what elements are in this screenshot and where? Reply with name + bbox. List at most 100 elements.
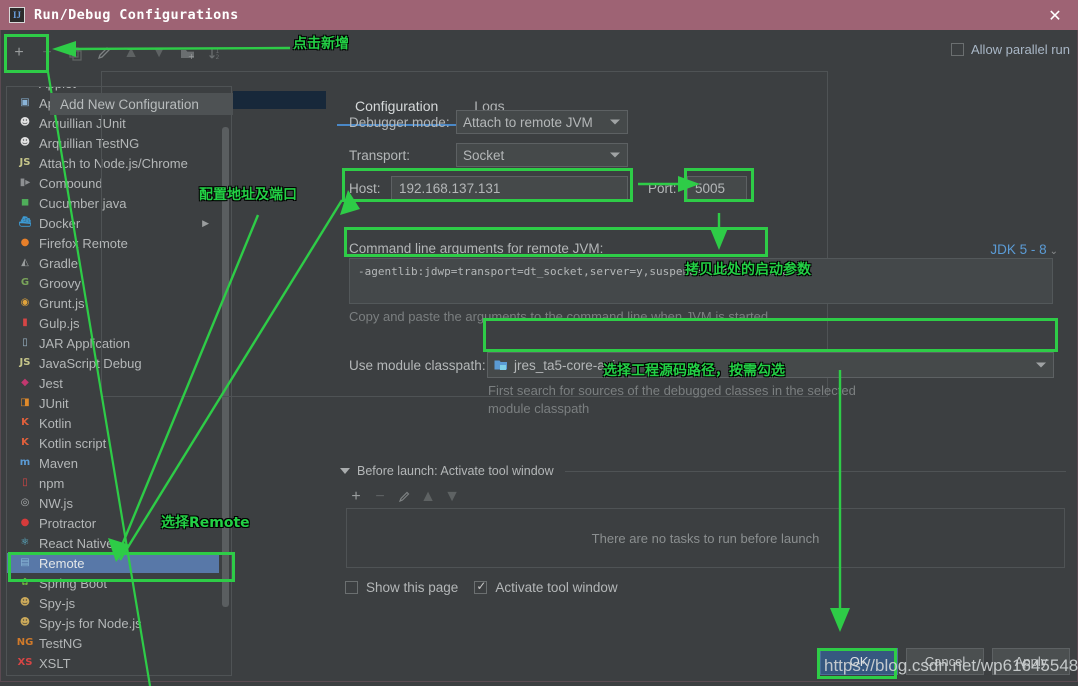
sidebar-item-label: Spy-js for Node.js [39,615,142,631]
sidebar-item-label: Maven [39,455,79,471]
before-launch-edit-icon[interactable] [392,485,416,509]
cucumber-java-icon: ◼ [20,197,30,208]
before-launch-move-down-icon[interactable]: ▼ [440,485,464,509]
sidebar-item-testng[interactable]: NG TestNG [7,633,219,653]
cmdline-arguments-value: -agentlib:jdwp=transport=dt_socket,serve… [358,265,796,278]
module-classpath-label: Use module classpath: [349,357,486,373]
jest-icon: ◆ [21,377,29,388]
sidebar-item-label: Spy-js [39,595,76,611]
transport-label: Transport: [349,147,411,163]
move-down-icon[interactable]: ▼ [146,40,172,66]
sidebar-item-spy-js-for-node-js[interactable]: ☻ Spy-js for Node.js [7,613,219,633]
activate-tool-window-checkbox[interactable] [474,579,488,594]
allow-parallel-run-checkbox[interactable]: Allow parallel run [951,42,1070,57]
sidebar-item-label: npm [39,475,65,491]
before-launch-remove-button[interactable]: − [368,485,392,509]
nwjs-icon: ◎ [20,497,30,508]
debugger-mode-select[interactable]: Attach to remote JVM [456,110,628,134]
sidebar-item-react-native[interactable]: ⚛ React Native [7,533,219,553]
before-launch-divider [564,470,1066,472]
module-classpath-hint-line1: First search for sources of the debugged… [488,383,856,398]
javascript-debug-icon: JS [19,357,31,368]
protractor-icon: ● [20,517,30,528]
host-input[interactable]: 192.168.137.131 [391,176,628,201]
attach-node-chrome-icon: JS [19,157,31,168]
applet-icon: ▭ [17,87,33,91]
close-icon[interactable]: ✕ [1032,0,1078,30]
sidebar-item-npm[interactable]: ▯ npm [7,473,219,493]
sidebar-item-nw-js[interactable]: ◎ NW.js [7,493,219,513]
apply-button[interactable]: Apply [992,648,1070,675]
sidebar-item-label: Remote [39,555,85,571]
firefox-remote-icon: ● [20,237,30,248]
copy-configuration-icon[interactable] [62,40,88,66]
allow-parallel-run-box[interactable] [951,43,964,56]
popup-shadow-strip [233,91,326,109]
sidebar-item-label: Spring Boot [39,575,107,591]
sidebar-item-xslt[interactable]: XS XSLT [7,653,219,673]
arquillian-junit-icon: ☻ [19,117,31,128]
xslt-icon: XS [17,657,33,668]
module-classpath-hint-line2: module classpath [488,401,590,416]
remote-icon: ▤ [20,557,30,568]
module-classpath-select[interactable]: jres_ta5-core-api [487,352,1054,378]
jdk-version-selector[interactable]: JDK 5 - 8 ⌄ [990,242,1058,257]
grunt-js-icon: ◉ [20,297,30,308]
new-folder-icon[interactable]: + [174,40,200,66]
sidebar-item-label: XSLT [39,655,71,671]
port-label: Port: [648,181,677,196]
sidebar-item-protractor[interactable]: ● Protractor [7,513,219,533]
docker-icon: ⛴ [18,217,32,228]
port-row: Port: 5005 [648,176,747,201]
sidebar-item-maven[interactable]: m Maven [7,453,219,473]
host-value: 192.168.137.131 [399,181,501,196]
transport-select[interactable]: Socket [456,143,628,167]
sidebar-item-kotlin-script[interactable]: K Kotlin script [7,433,219,453]
cancel-button[interactable]: Cancel [906,648,984,675]
debugger-mode-label: Debugger mode: [349,114,450,130]
move-up-icon[interactable]: ▲ [118,40,144,66]
gradle-icon: ◭ [21,257,29,268]
sidebar-item-remote[interactable]: ▤ Remote [7,553,219,573]
spy-js-icon: ☻ [19,597,31,608]
sidebar-item-spy-js[interactable]: ☻ Spy-js [7,593,219,613]
chevron-down-icon [610,152,620,158]
show-this-page-checkbox[interactable] [345,581,358,594]
before-launch-add-button[interactable]: + [344,485,368,509]
add-new-configuration-tooltip: Add New Configuration [50,93,233,115]
add-configuration-button[interactable]: + [6,40,32,66]
transport-value: Socket [463,147,505,163]
sidebar-item-kotlin[interactable]: K Kotlin [7,413,219,433]
compound-icon: ▮▸ [19,177,31,188]
cmdline-label-row: Command line arguments for remote JVM: [349,241,603,256]
intellij-idea-icon: IJ [9,7,25,23]
sidebar-item-label: NW.js [39,495,73,511]
spring-boot-icon: ✿ [20,577,30,588]
port-input[interactable]: 5005 [687,176,747,201]
sort-configurations-icon[interactable]: 12 [202,40,228,66]
before-launch-move-up-icon[interactable]: ▲ [416,485,440,509]
sidebar-item-label: Jest [39,375,63,391]
before-launch-toolbar: + − ▲ ▼ [344,485,464,509]
npm-icon: ▯ [22,477,28,488]
ok-button[interactable]: OK [820,648,898,675]
testng-icon: NG [16,637,34,648]
chevron-down-icon [610,119,620,125]
cmdline-arguments-field[interactable]: -agentlib:jdwp=transport=dt_socket,serve… [349,258,1053,304]
groovy-icon: G [20,277,30,288]
chevron-down-icon: ⌄ [1049,246,1058,257]
host-label: Host: [349,181,381,196]
arquillian-testng-icon: ☻ [19,137,31,148]
before-launch-title: Before launch: Activate tool window [357,464,554,478]
transport-row: Transport: Socket [349,143,628,167]
sidebar-item-label: Kotlin [39,415,72,431]
collapse-triangle-icon[interactable] [340,468,350,474]
jdk-version-label: JDK 5 - 8 [990,242,1047,257]
sidebar-item-spring-boot[interactable]: ✿ Spring Boot [7,573,219,593]
kotlin-icon: K [21,417,29,428]
edit-configuration-icon[interactable] [90,40,116,66]
remove-configuration-button[interactable]: − [34,40,60,66]
application-icon: ▣ [20,97,30,108]
sidebar-item-label: React Native [39,535,114,551]
sidebar-item-label: Protractor [39,515,97,531]
